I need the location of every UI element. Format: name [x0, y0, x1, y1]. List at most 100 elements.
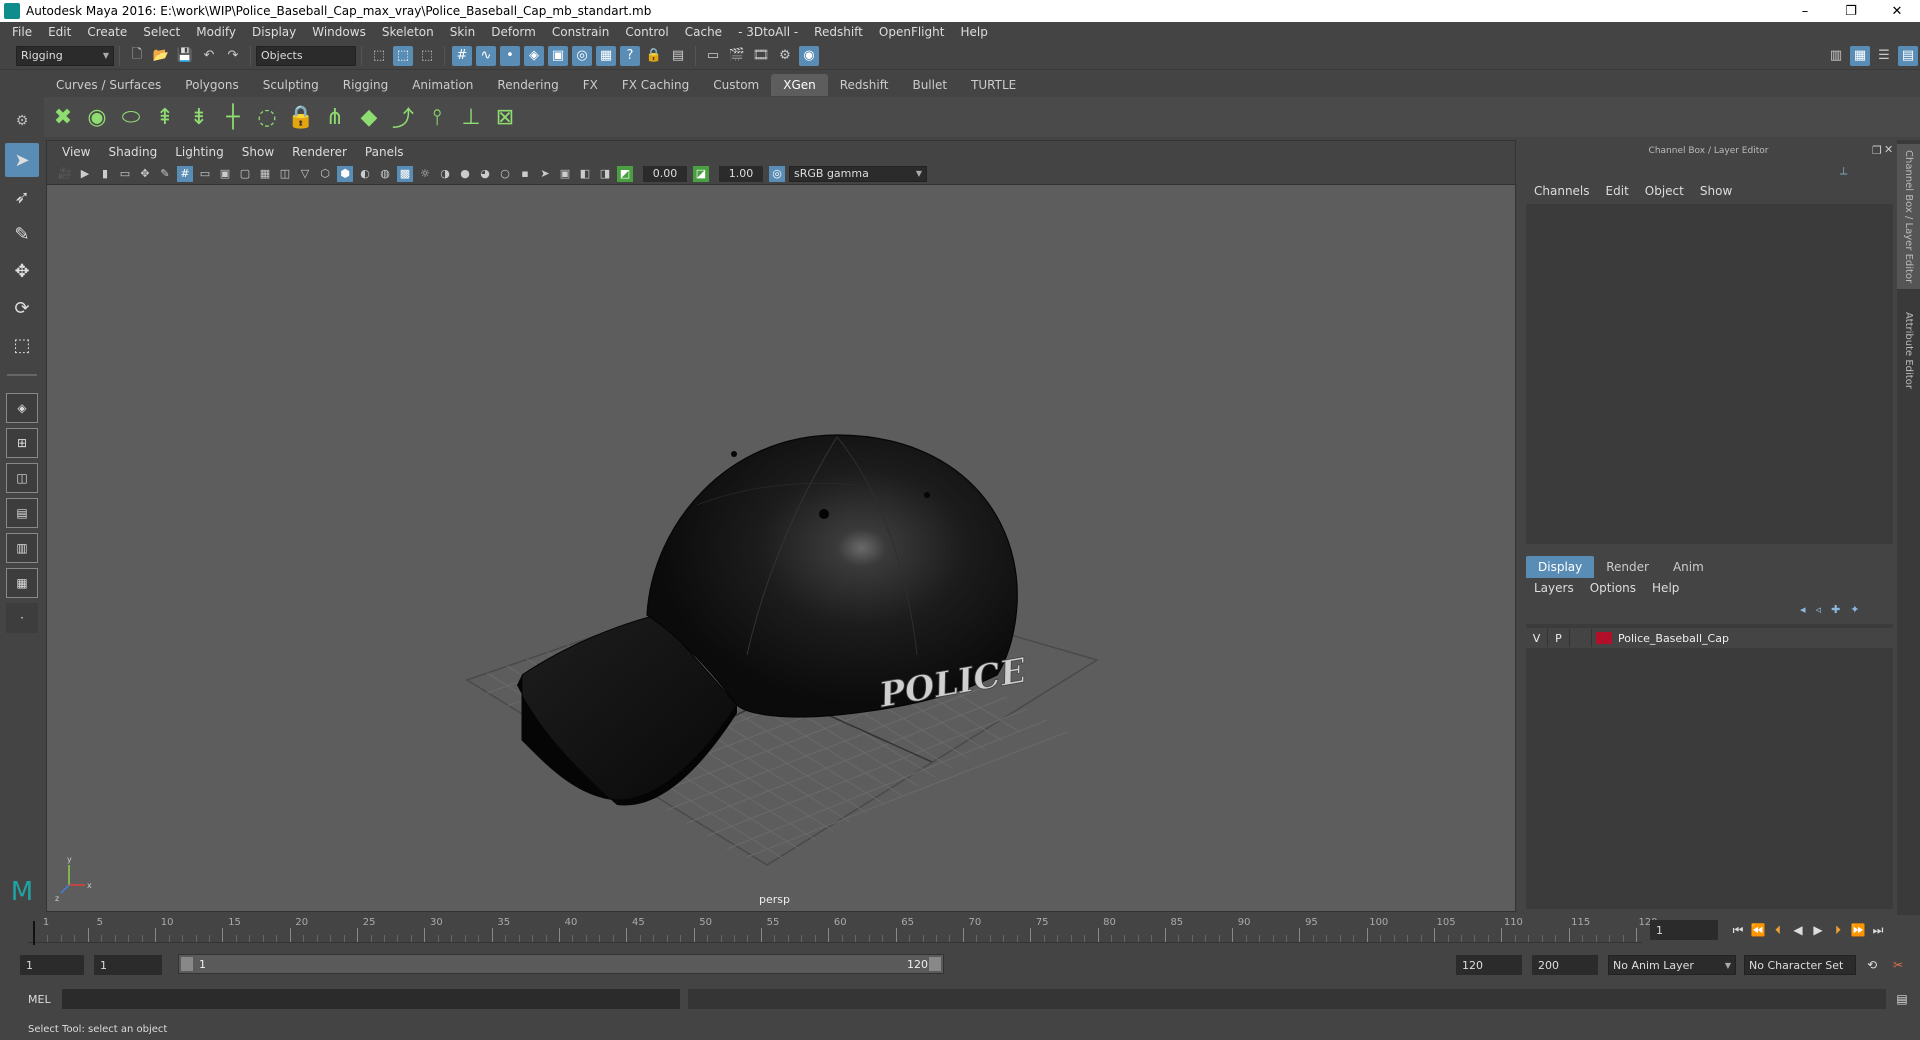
- textured-icon[interactable]: ▩: [397, 165, 413, 182]
- select-tool-icon[interactable]: ➤: [5, 143, 39, 177]
- menu-help[interactable]: Help: [952, 25, 995, 39]
- go-to-start-icon[interactable]: ⏮: [1728, 920, 1748, 940]
- go-to-end-icon[interactable]: ⏭: [1868, 920, 1888, 940]
- xgen-guide-point-icon[interactable]: ┼: [218, 102, 248, 132]
- panel-menu-show[interactable]: Show: [233, 145, 283, 159]
- ipr-render-icon[interactable]: 🎞: [751, 46, 771, 66]
- wireframe-icon[interactable]: ⬡: [317, 166, 333, 182]
- snap-point-icon[interactable]: •: [500, 45, 520, 66]
- grid-icon[interactable]: #: [177, 165, 193, 182]
- persp-hypershade-layout-icon[interactable]: ▦: [6, 568, 38, 598]
- render-view-icon[interactable]: ▭: [703, 46, 723, 66]
- command-language-label[interactable]: MEL: [28, 993, 51, 1006]
- menu-windows[interactable]: Windows: [304, 25, 374, 39]
- time-slider-track[interactable]: 1 5 10 15 20 25 30 35 40 45 50 55 60 65 70 75 80 85 90 95 10…: [28, 917, 1658, 945]
- snap-surface-icon[interactable]: ◈: [524, 45, 544, 66]
- menu-file[interactable]: File: [4, 25, 40, 39]
- gamma-icon[interactable]: ◪: [693, 165, 709, 182]
- range-end-handle[interactable]: [929, 957, 941, 971]
- panel-menu-renderer[interactable]: Renderer: [283, 145, 356, 159]
- default-material-icon[interactable]: ◐: [357, 166, 373, 182]
- step-forward-key-icon[interactable]: ⏵: [1828, 920, 1848, 940]
- xgen-add-guide-icon[interactable]: ⇞: [150, 102, 180, 132]
- image-plane-icon[interactable]: ▭: [117, 166, 133, 182]
- menu-3dtoall[interactable]: - 3DtoAll -: [730, 25, 806, 39]
- side-tab-channel-box[interactable]: Channel Box / Layer Editor: [1897, 144, 1920, 289]
- layer-visibility-toggle[interactable]: V: [1526, 629, 1548, 647]
- menu-constrain[interactable]: Constrain: [544, 25, 618, 39]
- symmetry-icon[interactable]: ▦: [596, 45, 616, 66]
- safe-action-icon[interactable]: ◫: [277, 166, 293, 182]
- menu-skeleton[interactable]: Skeleton: [374, 25, 442, 39]
- layer-menu-layers[interactable]: Layers: [1526, 581, 1582, 595]
- layer-tab-render[interactable]: Render: [1594, 556, 1661, 578]
- range-start-handle[interactable]: [181, 957, 193, 971]
- shelf-tab-rendering[interactable]: Rendering: [485, 74, 570, 96]
- multisample-aa-icon[interactable]: ○: [497, 166, 513, 182]
- persp-outliner-layout-icon[interactable]: ▤: [6, 498, 38, 528]
- camera-attributes-icon[interactable]: ▶: [77, 166, 93, 182]
- play-forwards-icon[interactable]: ▶: [1808, 920, 1828, 940]
- menu-edit[interactable]: Edit: [40, 25, 79, 39]
- animation-preferences-icon[interactable]: ✂: [1888, 955, 1908, 975]
- panel-menu-lighting[interactable]: Lighting: [166, 145, 233, 159]
- resolution-gate-icon[interactable]: ▣: [217, 166, 233, 182]
- motion-blur-icon[interactable]: ◕: [477, 166, 493, 182]
- layer-color-swatch[interactable]: [1596, 632, 1612, 644]
- single-pane-layout-icon[interactable]: ◈: [6, 393, 38, 423]
- xgen-lock-guide-icon[interactable]: 🔒: [286, 102, 316, 132]
- side-tab-attribute-editor[interactable]: Attribute Editor: [1897, 300, 1920, 400]
- input-ops-icon[interactable]: ▤: [668, 46, 688, 66]
- layer-menu-options[interactable]: Options: [1582, 581, 1644, 595]
- selection-mode-dropdown[interactable]: Objects: [256, 45, 356, 66]
- menu-display[interactable]: Display: [244, 25, 304, 39]
- play-backwards-icon[interactable]: ◀: [1788, 920, 1808, 940]
- channel-box-area[interactable]: [1526, 204, 1893, 544]
- xgen-editor-icon[interactable]: ✖: [48, 102, 78, 132]
- menu-create[interactable]: Create: [79, 25, 135, 39]
- modeling-toolkit-icon[interactable]: ▥: [1826, 46, 1846, 66]
- new-layer-from-selection-icon[interactable]: ✦: [1850, 603, 1859, 616]
- lasso-tool-icon[interactable]: ➶: [5, 180, 39, 214]
- shelf-tab-bullet[interactable]: Bullet: [900, 74, 959, 96]
- exposure-field[interactable]: 0.00: [643, 165, 687, 182]
- hypershade-icon[interactable]: ◉: [799, 45, 819, 66]
- 2d-pan-zoom-icon[interactable]: ✥: [137, 166, 153, 182]
- gamma-field[interactable]: 1.00: [719, 165, 763, 182]
- color-space-dropdown[interactable]: sRGB gamma ▼: [789, 165, 927, 182]
- gate-mask-icon[interactable]: ▢: [237, 166, 253, 182]
- close-panel-icon[interactable]: ✕: [1884, 143, 1893, 156]
- animation-end-field[interactable]: 200: [1532, 955, 1598, 975]
- scale-tool-icon[interactable]: ⬚: [5, 328, 39, 362]
- shelf-tab-fx-caching[interactable]: FX Caching: [610, 74, 701, 96]
- wireframe-on-shaded-icon[interactable]: ◍: [377, 166, 393, 182]
- tool-settings-icon[interactable]: ☰: [1874, 46, 1894, 66]
- move-layer-down-icon[interactable]: ◃: [1816, 603, 1822, 616]
- smooth-shade-icon[interactable]: ⬢: [337, 165, 353, 182]
- panel-menu-shading[interactable]: Shading: [99, 145, 166, 159]
- render-frame-icon[interactable]: 🎬: [727, 46, 747, 66]
- field-chart-icon[interactable]: ▦: [257, 166, 273, 182]
- xgen-ground-icon[interactable]: ⊥: [456, 102, 486, 132]
- select-object-icon[interactable]: ⬚: [393, 45, 413, 66]
- channel-box-toggle-icon[interactable]: ▤: [1898, 45, 1918, 66]
- panel-menu-panels[interactable]: Panels: [356, 145, 413, 159]
- xgen-primitive-icon[interactable]: ⬭: [116, 102, 146, 132]
- history-icon[interactable]: ?: [620, 45, 640, 66]
- current-frame-field[interactable]: 1: [1650, 920, 1718, 940]
- shadows-icon[interactable]: ◑: [437, 166, 453, 182]
- save-scene-icon[interactable]: 💾: [175, 46, 195, 66]
- more-layouts-icon[interactable]: ·: [6, 603, 38, 633]
- close-button[interactable]: ✕: [1874, 0, 1920, 22]
- layer-name[interactable]: Police_Baseball_Cap: [1618, 632, 1729, 645]
- xgen-preview-icon[interactable]: ◉: [82, 102, 112, 132]
- xgen-guide-visibility-icon[interactable]: ◌: [252, 102, 282, 132]
- side-by-side-layout-icon[interactable]: ◫: [6, 463, 38, 493]
- xgen-grass-icon[interactable]: ⫯: [422, 102, 452, 132]
- attribute-editor-toggle-icon[interactable]: ▦: [1850, 45, 1870, 66]
- shelf-tab-custom[interactable]: Custom: [701, 74, 771, 96]
- color-management-icon[interactable]: ◎: [769, 165, 785, 182]
- script-editor-icon[interactable]: ▤: [1892, 989, 1912, 1009]
- shelf-tab-redshift[interactable]: Redshift: [828, 74, 901, 96]
- menu-set-dropdown[interactable]: Rigging ▼: [16, 45, 114, 66]
